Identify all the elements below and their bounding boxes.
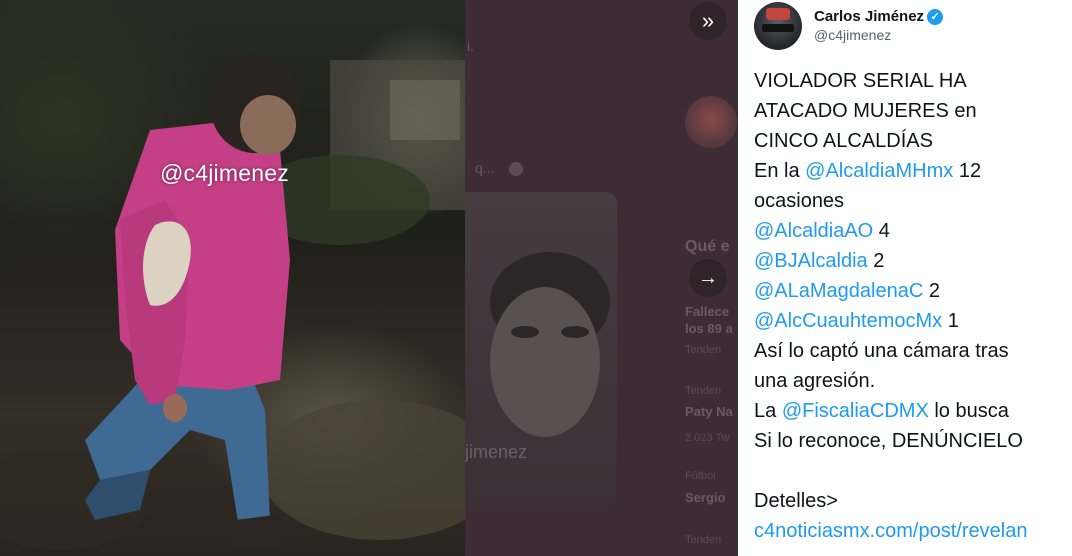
- verified-badge-icon: ✓: [927, 8, 944, 25]
- photo-watermark: @c4jimenez: [160, 160, 289, 186]
- backdrop-trend-meta: Tenden: [685, 344, 722, 356]
- avatar[interactable]: [754, 2, 802, 50]
- mention-link[interactable]: @AlcaldiaAO: [754, 220, 873, 242]
- tweet-line: La @FiscaliaCDMX lo busca: [754, 396, 1072, 426]
- tweet-line: Detelles>: [754, 486, 1072, 516]
- tweet-text-segment: una agresión.: [754, 370, 876, 392]
- backdrop-card-watermark: jimenez: [465, 442, 528, 462]
- author-name-text: Carlos Jiménez: [814, 8, 925, 25]
- backdrop-trend-meta: Tenden: [685, 534, 722, 546]
- tweet-line: ATACADO MUJERES en: [754, 96, 1072, 126]
- tweet-text-segment: lo busca: [928, 400, 1009, 422]
- tweet-line: ocasiones: [754, 186, 1072, 216]
- tweet-text-segment: 2: [923, 280, 940, 302]
- author-name[interactable]: Carlos Jiménez ✓: [814, 8, 944, 25]
- avatar-cap: [766, 8, 790, 20]
- tweet-photo[interactable]: @c4jimenez: [0, 0, 465, 556]
- tweet-text-segment: ocasiones: [754, 190, 845, 212]
- tweet-text-segment: ATACADO MUJERES en: [754, 100, 977, 122]
- backdrop-trend-count: 2.023 Tw: [685, 432, 730, 444]
- tweet-text-segment: 1: [942, 310, 959, 332]
- tweet-line: @AlcaldiaAO 4: [754, 216, 1072, 246]
- backdrop-name-fragment: q...: [475, 160, 495, 176]
- tweet-text-segment: 12: [953, 160, 982, 182]
- tweet-line: En la @AlcaldiaMHmx 12: [754, 156, 1072, 186]
- tweet-line-break: [754, 456, 1072, 486]
- tweet-line: CINCO ALCALDÍAS: [754, 126, 1072, 156]
- double-chevron-right-icon: »: [701, 8, 715, 33]
- backdrop-trend-title: Paty Na: [685, 404, 733, 419]
- tweet-text: VIOLADOR SERIAL HA ATACADO MUJERES en CINC…: [754, 66, 1072, 546]
- backdrop-trend-meta: Tenden: [685, 385, 722, 397]
- collapse-panel-button[interactable]: »: [689, 2, 727, 40]
- backdrop-top-text: i.: [467, 38, 474, 54]
- author-handle[interactable]: @c4jimenez: [814, 27, 891, 43]
- backdrop-trend-subtitle: los 89 a: [685, 321, 733, 336]
- tweet-text-segment: 4: [873, 220, 890, 242]
- tweet-line: @BJAlcaldia 2: [754, 246, 1072, 276]
- tweet-line: una agresión.: [754, 366, 1072, 396]
- mention-link[interactable]: @FiscaliaCDMX: [782, 400, 929, 422]
- mention-link[interactable]: @ALaMagdalenaC: [754, 280, 923, 302]
- backdrop-trend-meta: Fútbol: [685, 470, 716, 482]
- tweet-line: Si lo reconoce, DENÚNCIELO: [754, 426, 1072, 456]
- photo-scene: [0, 57, 465, 550]
- tweet-text-segment: CINCO ALCALDÍAS: [754, 130, 933, 152]
- backdrop-trend-title: Sergio: [685, 490, 726, 505]
- backdrop-section-heading: Qué e: [685, 238, 730, 255]
- tweet-line: @ALaMagdalenaC 2: [754, 276, 1072, 306]
- tweet-text-segment: VIOLADOR SERIAL HA: [754, 70, 967, 92]
- tweet-text-segment: Así lo captó una cámara tras: [754, 340, 1009, 362]
- mention-link[interactable]: @AlcCuauhtemocMx: [754, 310, 942, 332]
- tweet-text-segment: Detelles>: [754, 490, 838, 512]
- arrow-right-icon: →: [698, 267, 718, 289]
- tweet-text-segment: Si lo reconoce, DENÚNCIELO: [754, 430, 1023, 452]
- backdrop-verified-icon: [509, 162, 523, 176]
- tweet-text-segment: 2: [867, 250, 885, 272]
- tweet-line: @AlcCuauhtemocMx 1: [754, 306, 1072, 336]
- tweet-line: c4noticiasmx.com/post/revelan: [754, 516, 1072, 546]
- tweet-line: VIOLADOR SERIAL HA: [754, 66, 1072, 96]
- tweet-text-segment: La: [754, 400, 782, 422]
- mention-link[interactable]: @AlcaldiaMHmx: [805, 160, 953, 182]
- avatar-glasses: [762, 24, 794, 32]
- tweet-panel: Carlos Jiménez ✓ @c4jimenez VIOLADOR SER…: [738, 0, 1072, 556]
- backdrop-trend-title: Fallece: [685, 304, 730, 319]
- backdrop-media-card: jimenez: [465, 192, 617, 510]
- url-link[interactable]: c4noticiasmx.com/post/revelan: [754, 520, 1027, 542]
- backdrop-avatar: [685, 96, 737, 148]
- next-image-button[interactable]: →: [689, 259, 727, 297]
- tweet-line: Así lo captó una cámara tras: [754, 336, 1072, 366]
- tweet-text-segment: En la: [754, 160, 806, 182]
- mention-link[interactable]: @BJAlcaldia: [754, 250, 868, 272]
